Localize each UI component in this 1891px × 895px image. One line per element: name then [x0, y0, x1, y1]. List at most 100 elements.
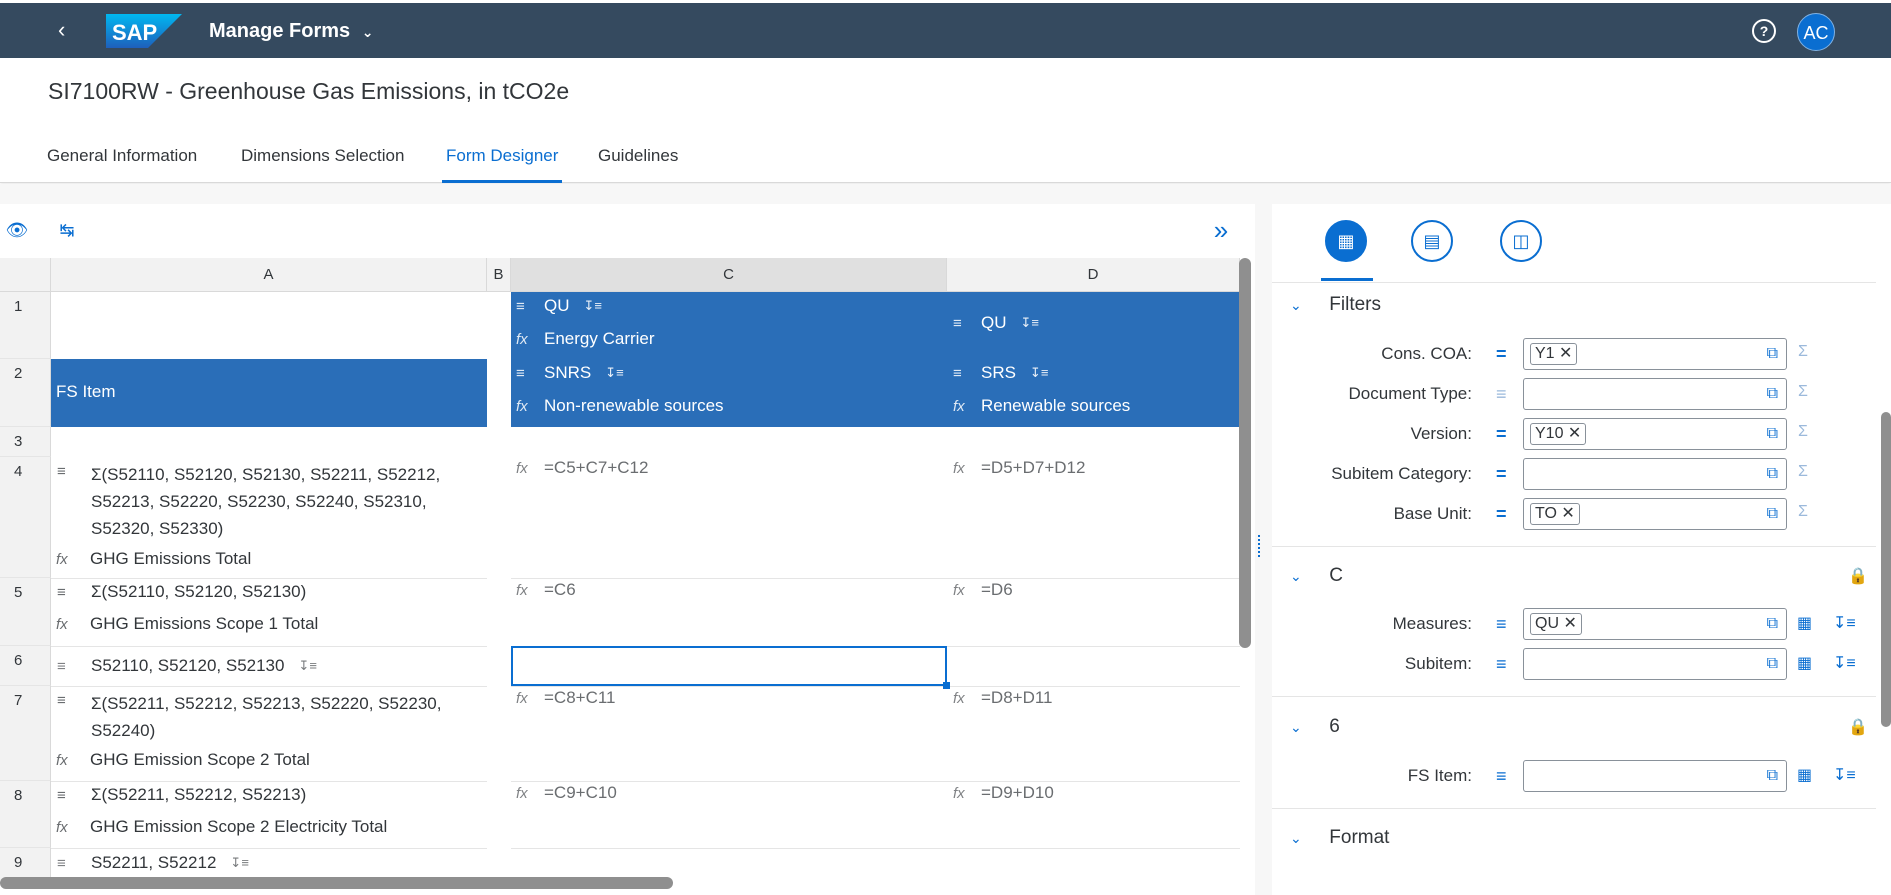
format-section-header[interactable]: ⌄ Format [1290, 827, 1389, 849]
value-help-icon[interactable]: ⧉ [1767, 615, 1778, 633]
remove-token-icon[interactable]: ✕ [1561, 505, 1574, 522]
subitem-input[interactable]: ⧉ [1523, 648, 1787, 680]
document-type-input[interactable]: ⧉ [1523, 378, 1787, 410]
token[interactable]: QU ✕ [1530, 613, 1582, 635]
cell-c5[interactable]: fx =C6 [516, 580, 576, 600]
remove-token-icon[interactable]: ✕ [1559, 345, 1572, 362]
row-header-7[interactable]: 7 [0, 686, 51, 781]
sigma-icon[interactable]: Σ [1798, 423, 1808, 441]
row-properties-icon[interactable]: ▤ [1411, 220, 1453, 262]
row-header-2[interactable]: 2 [0, 359, 51, 427]
cell-c6-selected[interactable] [511, 646, 947, 686]
token[interactable]: Y10 ✕ [1530, 423, 1587, 445]
measures-input[interactable]: QU ✕ ⧉ [1523, 608, 1787, 640]
value-help-icon[interactable]: ⧉ [1767, 505, 1778, 523]
sap-logo[interactable]: SAP [106, 14, 182, 48]
equals-icon[interactable]: = [1496, 504, 1507, 525]
value-help-icon[interactable]: ⧉ [1767, 345, 1778, 363]
row-6-section-header[interactable]: ⌄ 6 [1290, 716, 1340, 738]
row-header-3[interactable]: 3 [0, 427, 51, 457]
value-help-icon[interactable]: ⧉ [1767, 465, 1778, 483]
cell-d8[interactable]: fx =D9+D10 [953, 783, 1054, 803]
fs-item-input[interactable]: ⧉ [1523, 760, 1787, 792]
version-input[interactable]: Y10 ✕ ⧉ [1523, 418, 1787, 450]
row-header-6[interactable]: 6 [0, 646, 51, 686]
row-header-9[interactable]: 9 [0, 848, 51, 880]
column-header-d[interactable]: D [947, 258, 1240, 292]
base-unit-input[interactable]: TO ✕ ⧉ [1523, 498, 1787, 530]
cell-c4[interactable]: fx =C5+C7+C12 [516, 458, 648, 478]
cell-a8[interactable]: ≡ Σ(S52211, S52212, S52213) fx GHG Emiss… [51, 781, 487, 848]
list-icon[interactable]: ≡ [1496, 614, 1507, 635]
table-properties-icon[interactable]: ▦ [1325, 220, 1367, 262]
equals-icon[interactable]: = [1496, 464, 1507, 485]
row-header-8[interactable]: 8 [0, 781, 51, 848]
resize-columns-icon[interactable]: ↹ [55, 218, 79, 242]
panel-splitter-handle[interactable] [1258, 535, 1261, 557]
cell-a2[interactable] [51, 359, 487, 427]
equals-icon[interactable]: = [1496, 344, 1507, 365]
sigma-icon[interactable]: Σ [1798, 463, 1808, 481]
value-help-icon[interactable]: ⧉ [1767, 425, 1778, 443]
token[interactable]: Y1 ✕ [1530, 343, 1578, 365]
sort-icon[interactable]: ↧≡ [1833, 765, 1856, 785]
preview-eye-icon[interactable]: 👁 [5, 218, 29, 242]
filters-section-header[interactable]: ⌄ Filters [1290, 294, 1381, 316]
sigma-icon[interactable]: Σ [1798, 343, 1808, 361]
column-properties-icon[interactable]: ◫ [1500, 220, 1542, 262]
subitem-category-input[interactable]: ⧉ [1523, 458, 1787, 490]
grid-icon[interactable]: ▦ [1797, 765, 1812, 785]
cell-a6[interactable]: ≡ S52110, S52120, S52130 ↧≡ [57, 646, 317, 686]
sigma-icon[interactable]: Σ [1798, 503, 1808, 521]
token[interactable]: TO ✕ [1530, 503, 1580, 525]
tab-form-designer[interactable]: Form Designer [441, 145, 563, 183]
value-help-icon[interactable]: ⧉ [1767, 655, 1778, 673]
remove-token-icon[interactable]: ✕ [1563, 615, 1576, 632]
grid-icon[interactable]: ▦ [1797, 653, 1812, 673]
cell-a9[interactable]: ≡ S52211, S52212 ↧≡ [57, 848, 249, 878]
lock-icon[interactable]: 🔒 [1848, 717, 1868, 737]
cell-d4[interactable]: fx =D5+D7+D12 [953, 458, 1085, 478]
tab-dimensions-selection[interactable]: Dimensions Selection [241, 145, 404, 183]
row-header-5[interactable]: 5 [0, 578, 51, 646]
cell-a5[interactable]: ≡ Σ(S52110, S52120, S52130) fx GHG Emiss… [51, 578, 487, 646]
cell-d5[interactable]: fx =D6 [953, 580, 1013, 600]
lock-icon[interactable]: 🔒 [1848, 566, 1868, 586]
row-header-4[interactable]: 4 [0, 457, 51, 578]
tab-bar: General Information Dimensions Selection… [0, 145, 1891, 183]
cell-c8[interactable]: fx =C9+C10 [516, 783, 617, 803]
grid-vertical-scrollbar[interactable] [1239, 258, 1251, 648]
sort-icon: ↧≡ [1029, 365, 1049, 380]
row-header-1[interactable]: 1 [0, 292, 51, 359]
cell-c7[interactable]: fx =C8+C11 [516, 688, 616, 708]
cell-a7[interactable]: ≡ Σ(S52211, S52212, S52213, S52220, S522… [51, 686, 487, 781]
expand-panel-icon[interactable]: » [1209, 217, 1233, 243]
grid-icon[interactable]: ▦ [1797, 613, 1812, 633]
column-header-c[interactable]: C [511, 258, 947, 292]
cons-coa-input[interactable]: Y1 ✕ ⧉ [1523, 338, 1787, 370]
sort-icon[interactable]: ↧≡ [1833, 613, 1856, 633]
sigma-icon[interactable]: Σ [1798, 383, 1808, 401]
avatar[interactable]: AC [1797, 13, 1835, 51]
value-help-icon[interactable]: ⧉ [1767, 385, 1778, 403]
list-icon[interactable]: ≡ [1496, 654, 1507, 675]
equals-icon[interactable]: ≡ [1496, 384, 1507, 405]
help-icon[interactable]: ? [1752, 19, 1776, 43]
tab-general-information[interactable]: General Information [47, 145, 197, 183]
cell-a4[interactable]: ≡ Σ(S52110, S52120, S52130, S52211, S522… [51, 457, 487, 578]
remove-token-icon[interactable]: ✕ [1568, 425, 1581, 442]
list-icon[interactable]: ≡ [1496, 766, 1507, 787]
equals-icon[interactable]: = [1496, 424, 1507, 445]
tab-guidelines[interactable]: Guidelines [598, 145, 678, 183]
grid-horizontal-scrollbar[interactable] [0, 877, 673, 889]
value-help-icon[interactable]: ⧉ [1767, 767, 1778, 785]
cell-d7[interactable]: fx =D8+D11 [953, 688, 1053, 708]
back-icon[interactable]: ‹ [58, 18, 82, 42]
column-header-b[interactable]: B [487, 258, 511, 292]
column-header-a[interactable]: A [51, 258, 487, 292]
fill-handle[interactable] [943, 682, 950, 689]
app-title-menu[interactable]: Manage Forms ⌄ [209, 20, 373, 43]
c-section-header[interactable]: ⌄ C [1290, 565, 1343, 587]
panel-vertical-scrollbar[interactable] [1881, 412, 1891, 727]
sort-icon[interactable]: ↧≡ [1833, 653, 1856, 673]
